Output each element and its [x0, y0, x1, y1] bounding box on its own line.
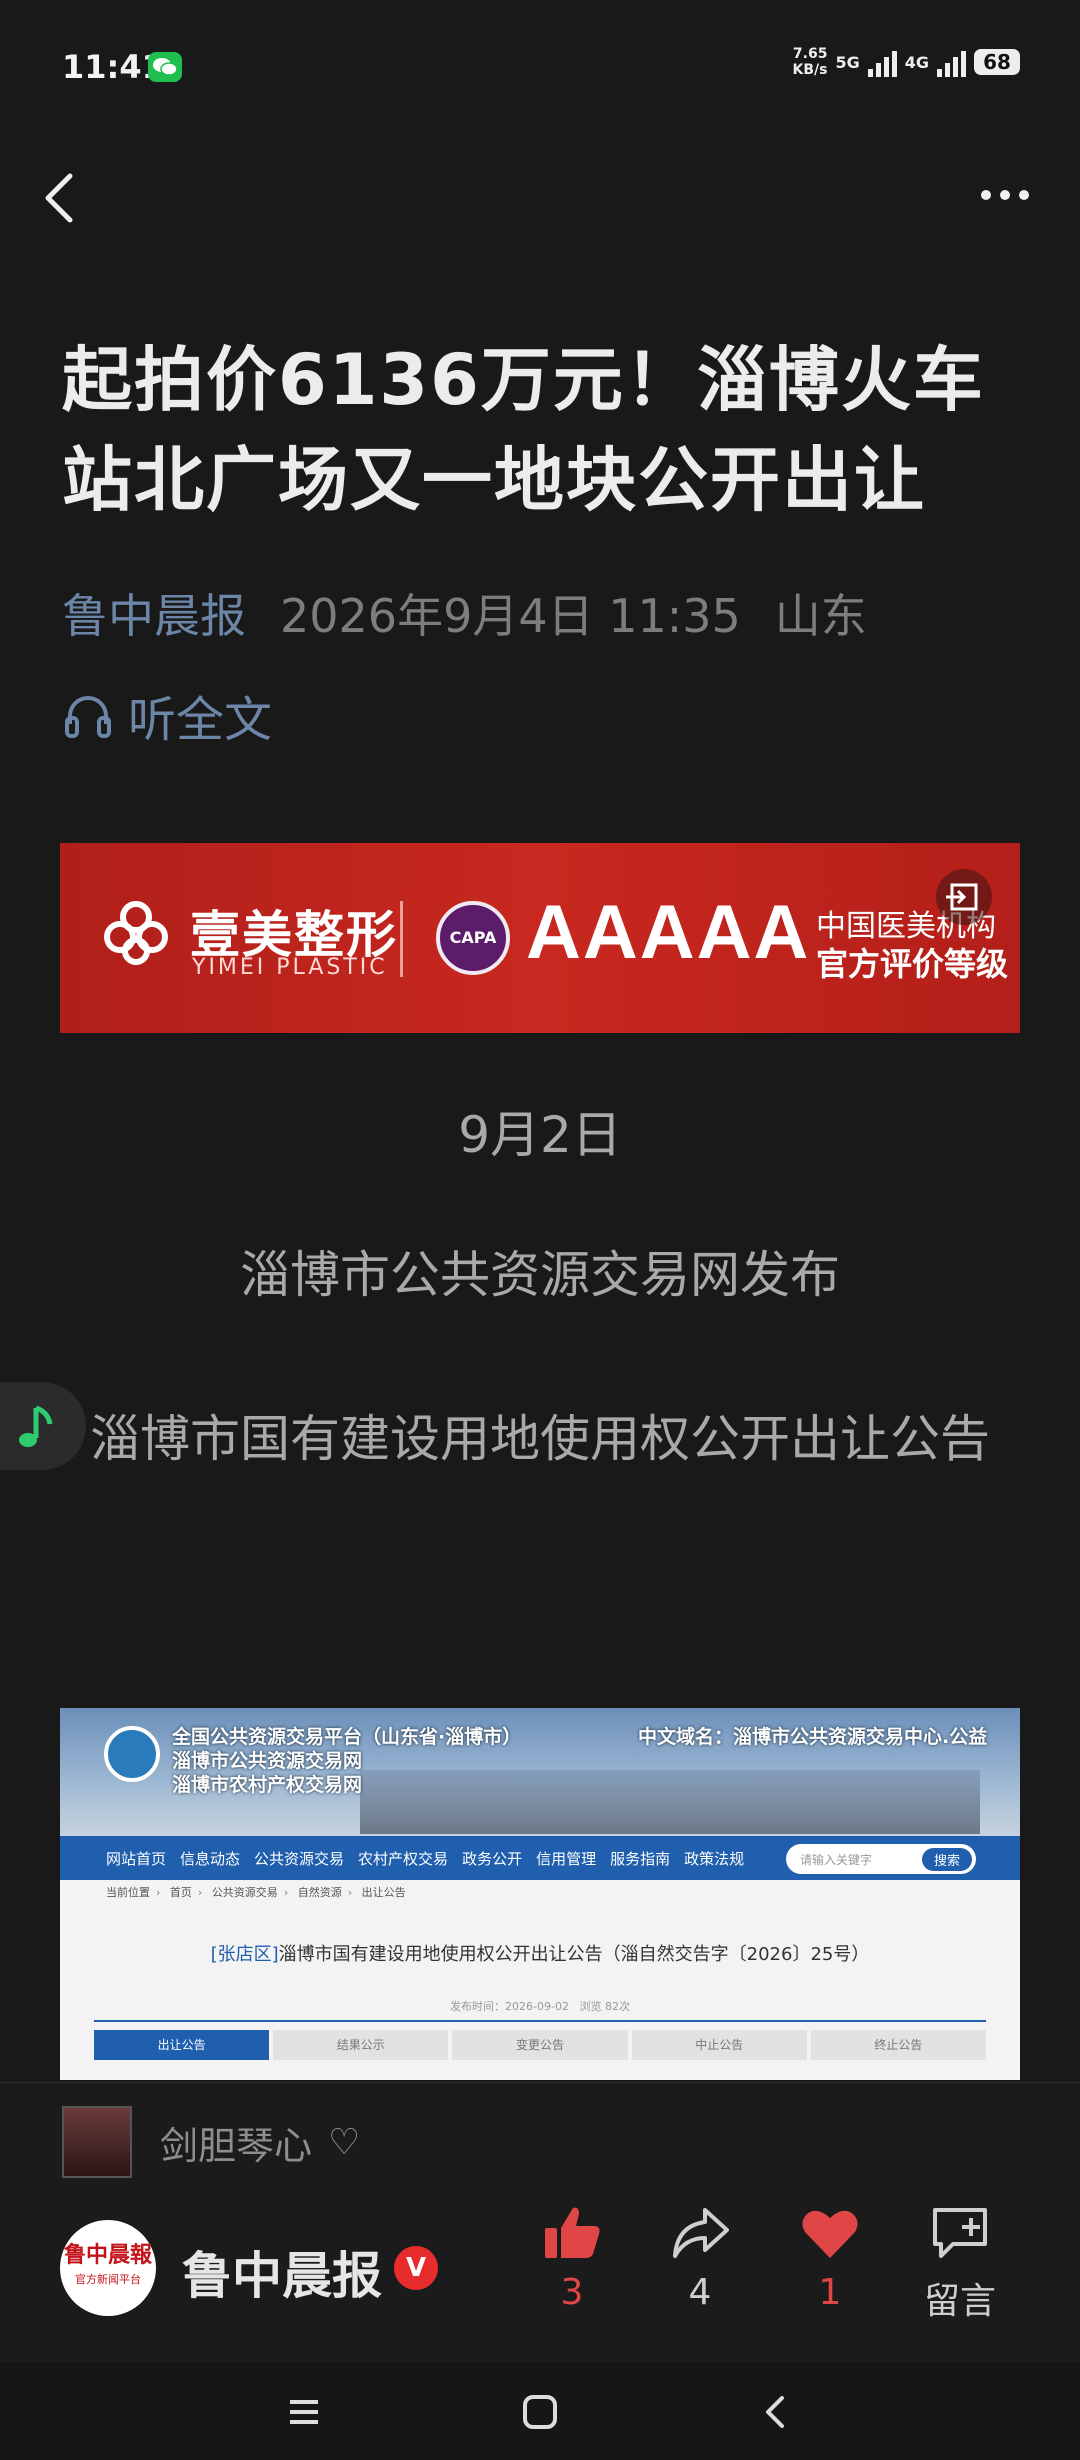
article-date: 2026年9月4日 11:35: [280, 589, 741, 643]
music-floating-button[interactable]: [0, 1382, 86, 1470]
paragraph-publisher: 淄博市公共资源交易网发布: [240, 1246, 840, 1304]
ad-divider: [400, 901, 403, 977]
shot-breadcrumb: 当前位置 › 首页 › 公共资源交易 › 自然资源 › 出让公告: [106, 1886, 406, 1899]
status-indicators: 7.65 KB/s 5G 4G 68: [792, 46, 1020, 78]
chevron-left-icon: [45, 173, 73, 223]
listen-label: 听全文: [128, 692, 273, 748]
ad-brand-en: YIMEI PLASTIC: [192, 955, 388, 980]
like-count: 3: [560, 2272, 584, 2313]
author-name[interactable]: 鲁中晨报: [182, 2236, 382, 2308]
system-back-button[interactable]: [752, 2388, 800, 2436]
share-arrow-icon: [673, 2208, 729, 2258]
share-count: 4: [688, 2272, 712, 2313]
shot-tab: 终止公告: [810, 2030, 987, 2060]
article-source[interactable]: 鲁中晨报: [62, 589, 246, 643]
menu-lines-icon: [290, 2400, 318, 2424]
signal-bars-icon: [937, 47, 966, 77]
music-title: 剑胆琴心: [160, 2123, 313, 2168]
shot-city-skyline: [360, 1770, 980, 1834]
shot-header-line1: 全国公共资源交易平台（山东省·淄博市）: [172, 1726, 522, 1748]
shot-search-box: 请输入关键字 搜索: [786, 1844, 976, 1874]
capa-badge: CAPA: [436, 901, 510, 975]
home-square-icon: [523, 2395, 557, 2429]
platform-emblem-icon: [104, 1726, 160, 1782]
shot-header-line3: 淄博市农村产权交易网: [172, 1774, 363, 1796]
system-navigation-bar: [0, 2362, 1080, 2460]
ad-line2: 官方评价等级: [816, 945, 1009, 983]
shot-nav-item: 网站首页: [106, 1849, 167, 1868]
net-speed: 7.65 KB/s: [792, 46, 828, 78]
back-button[interactable]: [40, 168, 80, 228]
article-location: 山东: [774, 589, 867, 643]
verified-badge-icon: V: [394, 2246, 438, 2290]
heart-outline-icon[interactable]: ♡: [328, 2122, 360, 2163]
more-dots-icon: [981, 190, 991, 200]
comment-label: 留言: [923, 2281, 996, 2322]
like-button[interactable]: 3: [522, 2200, 622, 2313]
comment-add-icon: [933, 2208, 987, 2258]
music-cover-thumbnail: [62, 2106, 132, 2178]
heart-filled-icon: [802, 2210, 858, 2258]
listen-full-text-button[interactable]: 听全文: [62, 680, 272, 750]
yimei-logo-icon: [104, 901, 168, 965]
shot-tabs: 出让公告 结果公示 变更公告 中止公告 终止公告: [94, 2030, 987, 2060]
recents-button[interactable]: [280, 2388, 328, 2436]
author-avatar[interactable]: 鲁中晨報 官方新闻平台: [60, 2220, 156, 2316]
article-meta: 鲁中晨报 2026年9月4日 11:35 山东: [62, 580, 867, 646]
shot-divider: [94, 2020, 986, 2022]
shot-nav-item: 信用管理: [536, 1849, 597, 1868]
favorite-button[interactable]: 1: [780, 2200, 880, 2313]
article-title: 起拍价6136万元！淄博火车站北广场又一地块公开出让: [62, 339, 985, 521]
shot-tab: 出让公告: [94, 2030, 270, 2060]
home-button[interactable]: [516, 2388, 564, 2436]
background-music-bar[interactable]: 剑胆琴心 ♡: [62, 2106, 360, 2178]
shot-nav-item: 政务公开: [462, 1849, 523, 1868]
favorite-count: 1: [818, 2272, 842, 2313]
ad-exit-button[interactable]: [936, 869, 992, 925]
share-button[interactable]: 4: [650, 2200, 750, 2313]
signal-label-4g: 4G: [904, 52, 929, 72]
signal-bars-icon: [867, 47, 897, 77]
shot-publish-info: 发布时间：2026-09-02 浏览 82次: [450, 2000, 630, 2013]
ad-grade: AAAAA: [526, 890, 811, 975]
shot-nav-item: 公共资源交易: [254, 1849, 345, 1868]
shot-district: [张店区]: [210, 1944, 279, 1965]
thumbs-up-icon: [545, 2207, 600, 2258]
wechat-notification-icon: [148, 52, 182, 82]
shot-nav-item: 服务指南: [610, 1849, 671, 1868]
exit-icon: [946, 883, 978, 911]
shot-notice-title: [张店区]淄博市国有建设用地使用权公开出让公告（淄自然交告字〔2026〕25号）: [210, 1944, 870, 1965]
shot-tab: 结果公示: [273, 2030, 449, 2060]
shot-nav-item: 政策法规: [684, 1849, 745, 1868]
shot-nav-item: 信息动态: [180, 1849, 241, 1868]
embedded-website-image[interactable]: 全国公共资源交易平台（山东省·淄博市） 淄博市公共资源交易网 淄博市农村产权交易…: [60, 1708, 1020, 2080]
more-options-button[interactable]: [970, 178, 1040, 212]
shot-tab: 中止公告: [631, 2030, 807, 2060]
shot-header-line2: 淄博市公共资源交易网: [172, 1750, 363, 1772]
comment-button[interactable]: 留言: [910, 2200, 1010, 2324]
shot-tab: 变更公告: [452, 2030, 628, 2060]
headphones-icon: [65, 696, 111, 738]
ad-banner[interactable]: 壹美整形 YIMEI PLASTIC CAPA AAAAA 中国医美机构 官方评…: [60, 843, 1020, 1033]
signal-label-5g: 5G: [835, 52, 860, 72]
battery-icon: 68: [974, 49, 1020, 75]
shot-nav-item: 农村产权交易: [358, 1849, 449, 1868]
music-note-icon: [19, 1405, 53, 1447]
shot-search-button: 搜索: [921, 1847, 972, 1871]
shot-search-placeholder: 请输入关键字: [800, 1852, 873, 1867]
chevron-left-icon: [766, 2396, 784, 2428]
paragraph-date: 9月2日: [458, 1106, 622, 1164]
shot-domain: 中文域名：淄博市公共资源交易中心.公益: [638, 1726, 988, 1748]
paragraph-notice-title: 淄博市国有建设用地使用权公开出让公告: [90, 1410, 990, 1468]
